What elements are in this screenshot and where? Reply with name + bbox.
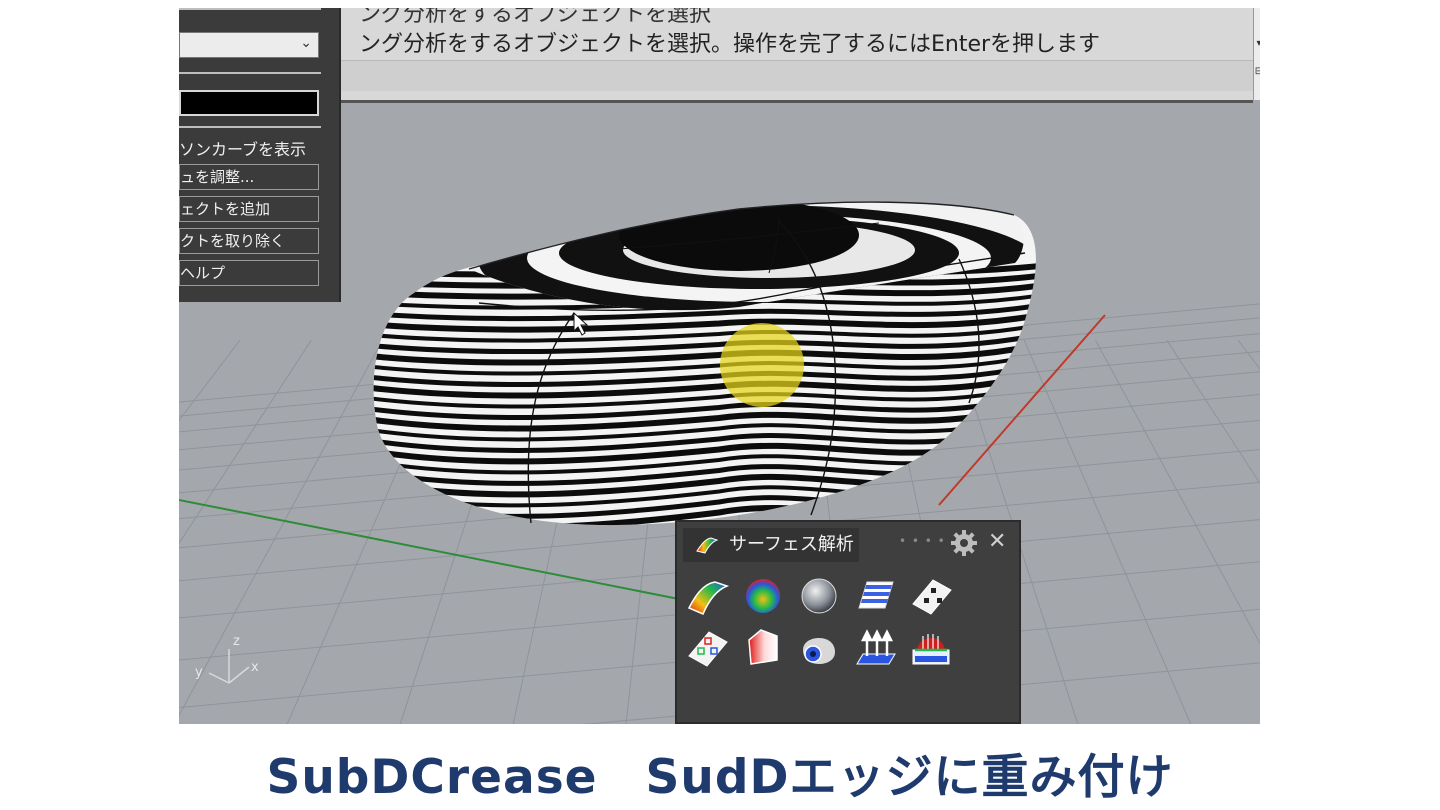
- x-axis-label: x: [251, 660, 259, 675]
- z-axis-label: z: [233, 634, 240, 649]
- zebra-analysis-button[interactable]: [853, 574, 897, 618]
- gear-icon[interactable]: [949, 528, 979, 558]
- camera-render-button[interactable]: [797, 626, 841, 670]
- direction-normals-button[interactable]: [853, 626, 897, 670]
- chevron-down-icon: ⌄: [300, 35, 312, 51]
- command-history-line: ング分析をするオブジェクトを選択: [359, 8, 712, 27]
- axis-gizmo: z x y: [195, 634, 259, 684]
- draft-silhouette-button[interactable]: [909, 626, 953, 670]
- subd-object[interactable]: [359, 193, 1049, 549]
- draft-angle-analysis-button[interactable]: [741, 574, 785, 618]
- divider: [179, 8, 321, 10]
- edge-highlight-marker: [720, 323, 804, 407]
- curvature-analysis-button[interactable]: [685, 574, 729, 618]
- mode-dropdown[interactable]: ⌄: [179, 32, 319, 58]
- close-icon[interactable]: ✕: [988, 528, 1006, 556]
- command-input[interactable]: [339, 60, 1253, 91]
- scroll-down-icon[interactable]: ▾: [1254, 38, 1260, 49]
- command-area: ング分析をするオブジェクトを選択 ング分析をするオブジェクトを選択。操作を完了す…: [339, 8, 1253, 103]
- point-deviation-button[interactable]: [909, 574, 953, 618]
- command-scrollbar[interactable]: ▾ ⊟: [1253, 8, 1260, 100]
- slide-caption: SubDCrease SudDエッジに重み付け: [266, 750, 1174, 805]
- thickness-analysis-button[interactable]: [741, 626, 785, 670]
- curvature-analysis-icon: [696, 537, 719, 554]
- tab-surface-analysis[interactable]: サーフェス解析: [683, 528, 859, 562]
- panel-title: サーフェス解析: [729, 534, 854, 555]
- surface-analysis-panel: サーフェス解析 • • • • ✕: [675, 520, 1021, 724]
- environment-map-button[interactable]: [797, 574, 841, 618]
- scroll-toggle-icon[interactable]: ⊟: [1254, 66, 1260, 77]
- command-prompt-line: ング分析をするオブジェクトを選択。操作を完了するにはEnterを押します: [359, 32, 1101, 57]
- drag-grip-icon[interactable]: • • • •: [899, 534, 946, 548]
- y-axis-label: y: [195, 665, 203, 680]
- divider: [179, 72, 321, 74]
- edge-continuity-button[interactable]: [685, 626, 729, 670]
- rhino-screen: ング分析をするオブジェクトを選択 ング分析をするオブジェクトを選択。操作を完了す…: [179, 8, 1260, 724]
